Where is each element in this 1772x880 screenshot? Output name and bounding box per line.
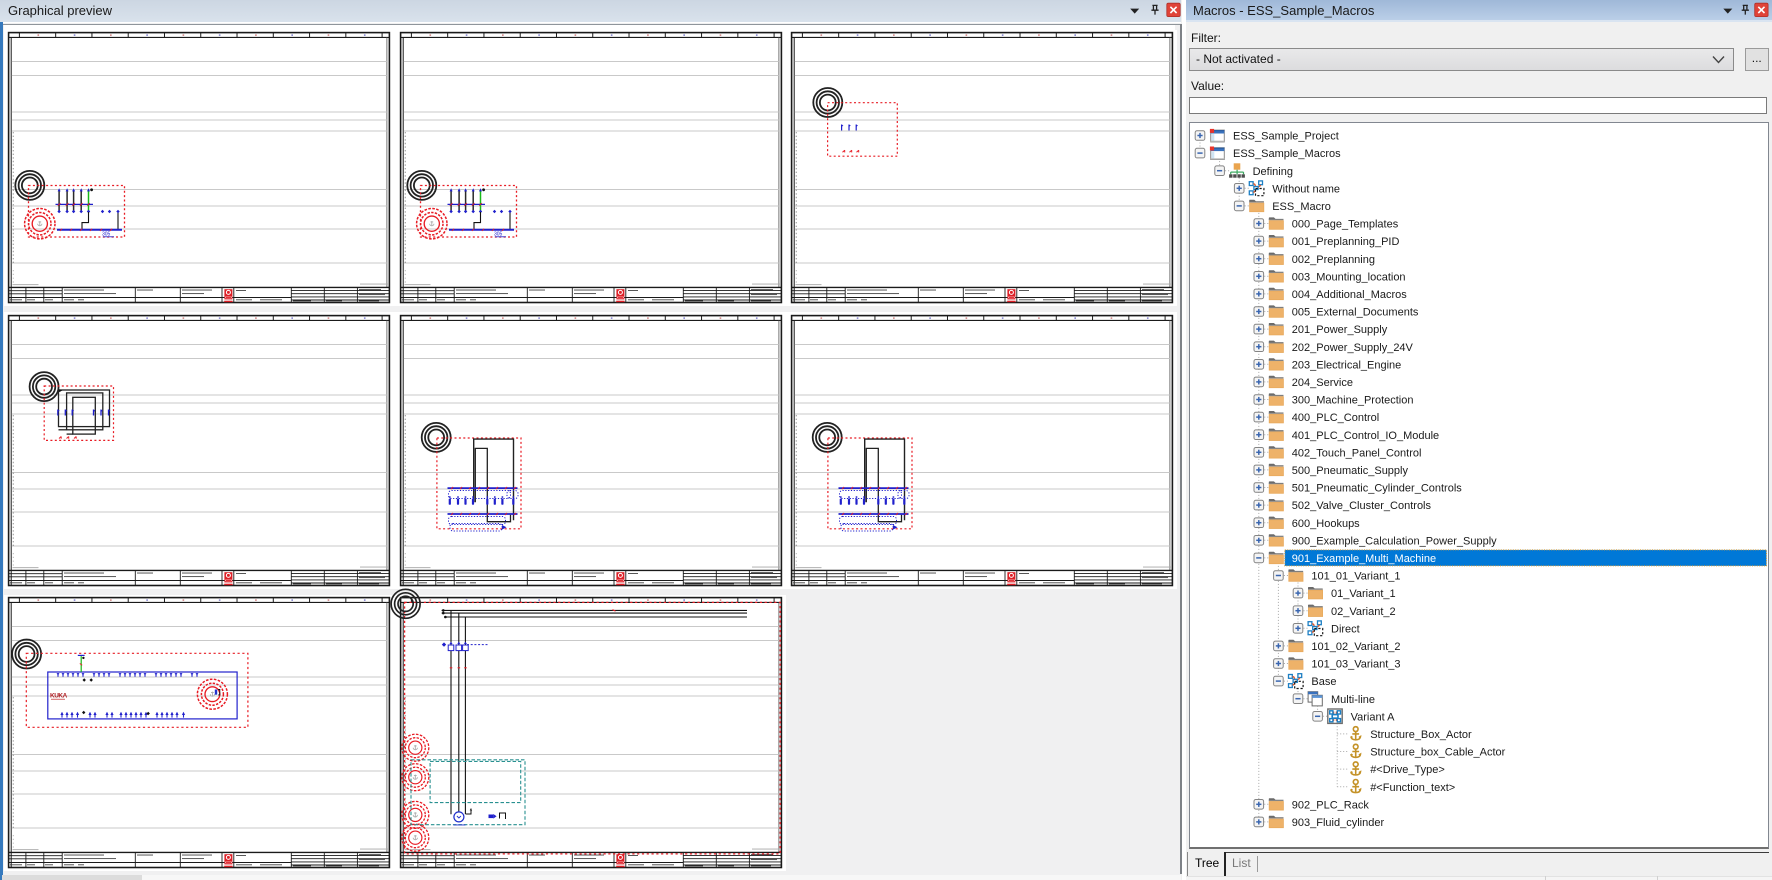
svg-text:005_External_Documents: 005_External_Documents: [1291, 307, 1418, 319]
svg-text:901_Example_Multi_Machine: 901_Example_Multi_Machine: [1291, 553, 1435, 565]
svg-text:Without name: Without name: [1272, 183, 1340, 195]
svg-text:#<Function_text>: #<Function_text>: [1370, 782, 1455, 794]
svg-text:003_Mounting_location: 003_Mounting_location: [1291, 271, 1405, 283]
svg-text:ESS_Macro: ESS_Macro: [1272, 201, 1331, 213]
svg-text:900_Example_Calculation_Power_: 900_Example_Calculation_Power_Supply: [1291, 535, 1496, 547]
svg-text:203_Electrical_Engine: 203_Electrical_Engine: [1291, 359, 1400, 371]
svg-text:400_PLC_Control: 400_PLC_Control: [1291, 412, 1378, 424]
svg-text:600_Hookups: 600_Hookups: [1291, 518, 1359, 530]
svg-text:002_Preplanning: 002_Preplanning: [1291, 254, 1374, 266]
svg-text:02_Variant_2: 02_Variant_2: [1331, 606, 1396, 618]
svg-text:#<Drive_Type>: #<Drive_Type>: [1370, 764, 1445, 776]
svg-text:300_Machine_Protection: 300_Machine_Protection: [1291, 395, 1413, 407]
svg-text:903_Fluid_cylinder: 903_Fluid_cylinder: [1291, 817, 1384, 829]
svg-text:502_Valve_Cluster_Controls: 502_Valve_Cluster_Controls: [1291, 500, 1431, 512]
svg-text:501_Pneumatic_Cylinder_Control: 501_Pneumatic_Cylinder_Controls: [1291, 483, 1461, 495]
svg-text:Structure_box_Cable_Actor: Structure_box_Cable_Actor: [1370, 747, 1505, 759]
svg-text:101_01_Variant_1: 101_01_Variant_1: [1311, 571, 1400, 583]
svg-text:Multi-line: Multi-line: [1331, 694, 1375, 706]
svg-text:Defining: Defining: [1252, 166, 1292, 178]
svg-text:902_PLC_Rack: 902_PLC_Rack: [1291, 799, 1369, 811]
svg-text:204_Service: 204_Service: [1291, 377, 1352, 389]
svg-text:401_PLC_Control_IO_Module: 401_PLC_Control_IO_Module: [1291, 430, 1438, 442]
svg-text:402_Touch_Panel_Control: 402_Touch_Panel_Control: [1291, 447, 1421, 459]
svg-text:202_Power_Supply_24V: 202_Power_Supply_24V: [1291, 342, 1413, 354]
svg-text:Direct: Direct: [1331, 623, 1360, 635]
svg-text:101_02_Variant_2: 101_02_Variant_2: [1311, 641, 1400, 653]
svg-text:001_Preplanning_PID: 001_Preplanning_PID: [1291, 236, 1399, 248]
svg-text:ESS_Sample_Macros: ESS_Sample_Macros: [1233, 148, 1341, 160]
svg-text:Base: Base: [1311, 676, 1336, 688]
svg-text:201_Power_Supply: 201_Power_Supply: [1291, 324, 1387, 336]
svg-text:004_Additional_Macros: 004_Additional_Macros: [1291, 289, 1406, 301]
svg-text:KUKA: KUKA: [50, 693, 68, 700]
svg-text:01_Variant_1: 01_Variant_1: [1331, 588, 1396, 600]
svg-text:ESS_Sample_Project: ESS_Sample_Project: [1233, 131, 1339, 143]
svg-text:000_Page_Templates: 000_Page_Templates: [1291, 219, 1398, 231]
svg-text:Variant A: Variant A: [1350, 711, 1394, 723]
svg-text:101_03_Variant_3: 101_03_Variant_3: [1311, 659, 1400, 671]
svg-text:500_Pneumatic_Supply: 500_Pneumatic_Supply: [1291, 465, 1408, 477]
svg-text:Structure_Box_Actor: Structure_Box_Actor: [1370, 729, 1472, 741]
